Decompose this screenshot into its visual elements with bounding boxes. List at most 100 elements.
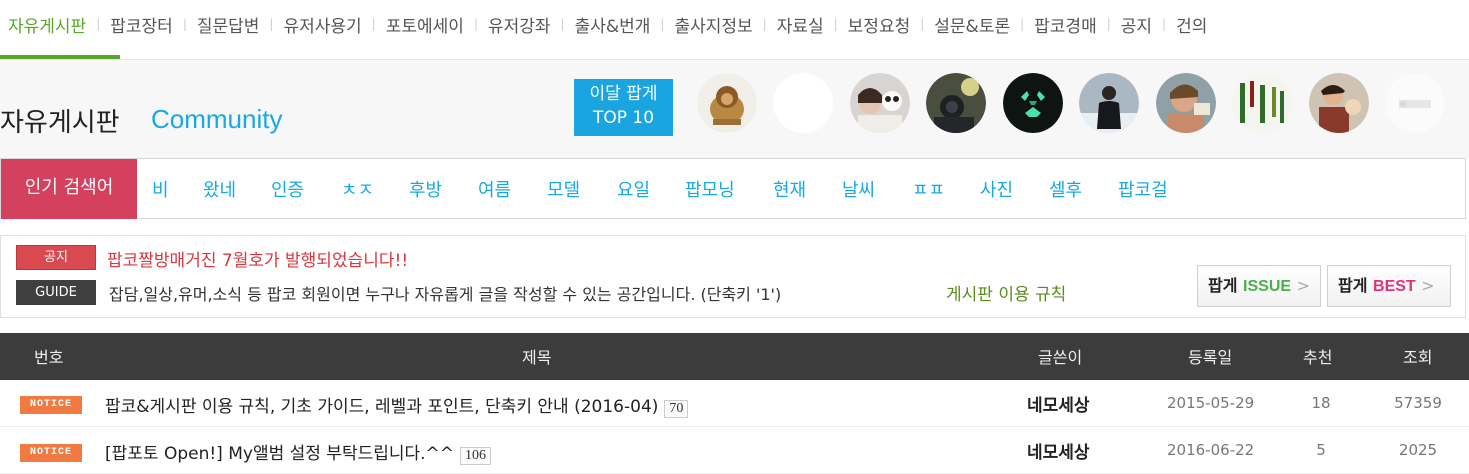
popular-keyword[interactable]: 팝모닝 [685,176,735,202]
top10-line2: TOP 10 [592,108,655,128]
nav-item-locations[interactable]: | 출사지정보 [650,12,752,37]
avatar[interactable] [1003,73,1063,133]
post-views: 2025 [1398,441,1438,459]
active-tab-underline [0,55,120,59]
notice-badge: NOTICE [20,444,82,462]
nav-item-label: 자유게시판 [8,16,87,37]
guide-tag: GUIDE [16,280,96,305]
post-date: 2016-06-22 [1167,441,1255,459]
nav-item-retouch[interactable]: | 보정요청 [824,12,911,37]
col-header-writer: 글쓴이 [1038,348,1083,367]
col-header-date: 등록일 [1188,348,1233,367]
post-title: [팝포토 Open!] My앨범 설정 부탁드립니다.^^ [105,444,455,464]
top-nav: 자유게시판 | 팝코장터 | 질문답변 | 유저사용기 | 포토에세이 | 유저강좌 | 출… [0,0,1469,60]
popular-keyword[interactable]: 비 [152,176,169,202]
avatar[interactable] [1079,73,1139,133]
post-title-link[interactable]: 팝코&게시판 이용 규칙, 기초 가이드, 레벨과 포인트, 단축키 안내 (2… [105,392,689,418]
nav-item-meetups[interactable]: | 출사&번개 [551,12,651,37]
popular-keyword[interactable]: ㅊㅈ [341,176,374,202]
popular-keyword[interactable]: 날씨 [842,176,875,202]
top-nav-list: 자유게시판 | 팝코장터 | 질문답변 | 유저사용기 | 포토에세이 | 유저강좌 | 출… [0,0,1469,48]
post-recommend: 18 [1311,394,1331,412]
popular-issue-button[interactable]: 팝게 ISSUE > [1197,265,1321,307]
post-writer[interactable]: 네모세상 [1027,391,1090,416]
popular-keyword[interactable]: 사진 [980,176,1013,202]
page-subtitle: Community [151,104,283,134]
col-header-number: 번호 [34,348,64,367]
col-header-recommend: 추천 [1303,348,1333,367]
issue-button-label: ISSUE [1243,278,1292,295]
post-title-link[interactable]: [팝포토 Open!] My앨범 설정 부탁드립니다.^^ 106 [105,439,492,465]
popular-keyword[interactable]: ㅍㅍ [912,176,945,202]
nav-item-label: 출사지정보 [674,16,753,37]
nav-item-market[interactable]: | 팝코장터 [86,12,173,37]
avatar[interactable] [773,73,833,133]
popular-keyword[interactable]: 후방 [409,176,442,202]
nav-item-free-board[interactable]: 자유게시판 [8,12,86,37]
nav-item-label: 유저강좌 [487,16,551,37]
popular-keyword[interactable]: 팝코걸 [1118,176,1168,202]
chevron-right-icon: > [1296,276,1311,295]
avatar[interactable] [1309,73,1369,133]
avatar[interactable] [850,73,910,133]
popular-keyword[interactable]: 모델 [547,176,580,202]
post-views: 57359 [1394,394,1442,412]
popular-keyword[interactable]: 현재 [773,176,806,202]
post-title: 팝코&게시판 이용 규칙, 기초 가이드, 레벨과 포인트, 단축키 안내 (2… [105,397,659,417]
chevron-right-icon: > [1421,276,1435,295]
post-writer[interactable]: 네모세상 [1027,438,1090,463]
col-header-views: 조회 [1403,348,1433,367]
notice-tag: 공지 [16,245,96,270]
page-title: 자유게시판 [0,108,120,138]
table-row[interactable]: NOTICE 팝코&게시판 이용 규칙, 기초 가이드, 레벨과 포인트, 단축… [0,380,1469,427]
nav-item-lectures[interactable]: | 유저강좌 [464,12,551,37]
avatar[interactable] [1232,73,1292,133]
nav-item-label: 자료실 [776,16,824,37]
popular-keyword[interactable]: 왔네 [203,176,236,202]
best-button-label: BEST [1373,278,1416,295]
comment-count: 106 [460,447,492,465]
board-rules-link[interactable]: 게시판 이용 규칙 [946,280,1066,305]
nav-item-label: 팝코경매 [1034,16,1097,37]
nav-item-archive[interactable]: | 자료실 [753,12,824,37]
nav-item-reviews[interactable]: | 유저사용기 [259,12,361,37]
post-table-header: 번호 제목 글쓴이 등록일 추천 조회 [0,333,1469,380]
issue-button-prefix: 팝게 [1208,276,1238,295]
table-row[interactable]: NOTICE [팝포토 Open!] My앨범 설정 부탁드립니다.^^ 106 … [0,427,1469,474]
monthly-top10-button[interactable]: 이달 팝게 TOP 10 [574,79,673,136]
popular-search-label: 인기 검색어 [1,159,137,219]
post-date: 2015-05-29 [1167,394,1255,412]
nav-item-label: 포토에세이 [385,16,464,37]
popular-keyword[interactable]: 셀후 [1049,176,1082,202]
nav-item-label: 보정요청 [847,16,911,37]
nav-item-label: 건의 [1176,16,1208,37]
nav-item-label: 설문&토론 [934,16,1011,37]
notice-link[interactable]: 팝코짤방매거진 7월호가 발행되었습니다!! [107,246,408,271]
top10-line1: 이달 팝게 [589,84,658,104]
notice-badge: NOTICE [20,396,82,414]
popular-keyword[interactable]: 인증 [271,176,304,202]
nav-item-photo-essay[interactable]: | 포토에세이 [362,12,464,37]
nav-item-notice[interactable]: | 공지 [1097,12,1152,37]
avatar[interactable] [1385,73,1445,133]
popular-search-bar: 인기 검색어 비 왔네 인증 ㅊㅈ 후방 여름 모델 요일 팝모닝 현재 날씨 … [0,158,1466,219]
popular-keyword[interactable]: 여름 [478,176,511,202]
popular-keyword[interactable]: 요일 [617,176,650,202]
guide-text: 잡담,일상,유머,소식 등 팝코 회원이면 누구나 자유롭게 글을 작성할 수 … [109,285,782,304]
nav-item-label: 질문답변 [196,16,260,37]
comment-count: 70 [664,400,689,418]
nav-item-label: 팝코장터 [110,16,173,37]
avatar[interactable] [926,73,986,133]
nav-item-label: 공지 [1120,16,1153,37]
nav-item-survey[interactable]: | 설문&토론 [910,12,1010,37]
nav-item-label: 유저사용기 [283,16,362,37]
nav-item-auction[interactable]: | 팝코경매 [1010,12,1097,37]
nav-item-label: 출사&번개 [574,16,651,37]
col-header-title: 제목 [522,348,552,367]
nav-item-suggest[interactable]: | 건의 [1152,12,1207,37]
post-recommend: 5 [1316,441,1326,459]
avatar[interactable] [1156,73,1216,133]
avatar[interactable] [697,73,757,133]
nav-item-qna[interactable]: | 질문답변 [173,12,260,37]
popular-best-button[interactable]: 팝게 BEST > [1327,265,1451,307]
